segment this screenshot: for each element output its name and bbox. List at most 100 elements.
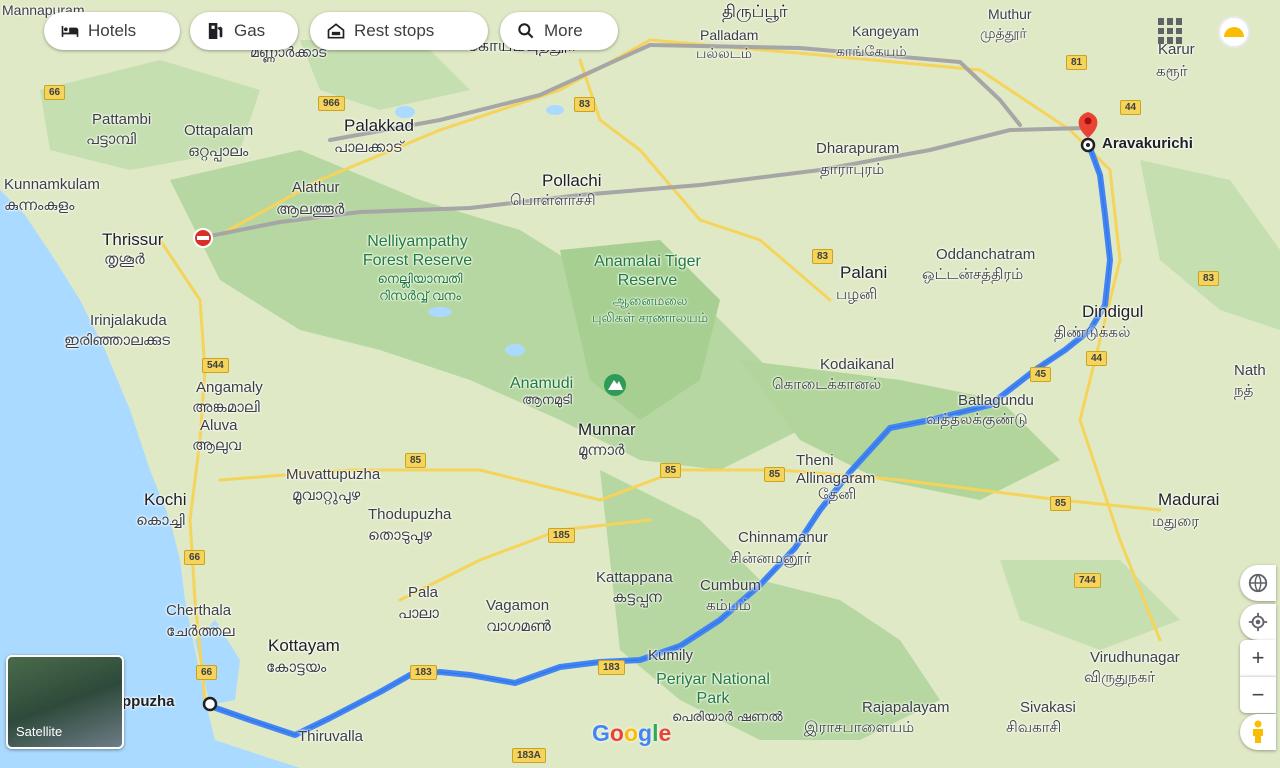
park-label: Periyar National Park [656, 671, 770, 707]
destination-label: Aravakurichi [1102, 135, 1193, 152]
place-label-local: நத் [1234, 382, 1254, 399]
highway-shield: 185 [548, 528, 575, 543]
peak-label: Anamudi [510, 375, 574, 392]
place-label: Palakkad [344, 116, 414, 135]
zoom-in-button[interactable]: + [1240, 640, 1276, 676]
globe-icon [1248, 573, 1268, 593]
place-label: Madurai [1158, 490, 1220, 509]
place-label-local: അങ്കമാലി [192, 399, 260, 416]
place-label-local: പാലാ [398, 605, 439, 622]
place-label: Ottapalam [184, 122, 254, 139]
place-label: Thodupuzha [368, 506, 452, 523]
highway-shield: 66 [184, 550, 206, 565]
place-label: Kochi [144, 490, 187, 509]
place-label-local: திண்டுக்கல் [1054, 324, 1131, 341]
highway-shield: 44 [1086, 351, 1108, 366]
gas-button[interactable]: Gas [190, 12, 298, 50]
place-label-local: ഇരിഞ്ഞാലക്കുട [64, 332, 170, 349]
place-label-local: പാലക്കാട് [334, 139, 403, 156]
park-label: Nelliyampathy Forest Reserve [362, 233, 473, 269]
place-label: Cherthala [166, 602, 232, 619]
place-label: Chinnamanur [738, 529, 829, 546]
highway-shield: 966 [318, 96, 345, 111]
more-button[interactable]: More [500, 12, 618, 50]
park-label-local: പെരിയാർ ഷണൽ [672, 709, 783, 724]
place-label: Cumbum [700, 577, 761, 594]
satellite-label: Satellite [16, 724, 63, 739]
place-label-local: முத்தூர் [980, 25, 1027, 41]
rest-stop-icon [327, 23, 345, 39]
map-canvas[interactable] [0, 0, 1280, 768]
rest-stops-button[interactable]: Rest stops [310, 12, 488, 50]
place-label-local: വാഗമൺ [486, 618, 551, 635]
place-label: Kumily [648, 647, 694, 664]
place-label: Theni Allinagaram [796, 452, 876, 487]
place-label-local: பழனி [836, 286, 878, 303]
place-label-local: കൊച്ചി [136, 512, 185, 529]
origin-label: ppuzha [122, 693, 175, 710]
place-label: Aluva [200, 417, 238, 434]
satellite-toggle[interactable]: Satellite [6, 655, 124, 749]
highway-shield: 544 [202, 358, 229, 373]
place-label: Pollachi [542, 171, 602, 190]
place-label-local: പട്ടാമ്പി [86, 131, 136, 148]
park-label-local: ஆனைமலை புலிகள் சரணாலயம் [591, 293, 709, 325]
place-label: Karur [1158, 41, 1195, 58]
highway-shield: 85 [660, 463, 682, 478]
account-avatar[interactable] [1218, 16, 1250, 48]
place-label-local: வத்தலக்குண்டு [926, 411, 1028, 428]
zoom-out-button[interactable]: − [1240, 676, 1276, 713]
highway-shield: 183A [512, 748, 546, 763]
place-label: Muvattupuzha [286, 466, 381, 483]
place-label: Rajapalayam [862, 699, 950, 716]
place-label-local: കട്ടപ്പന [612, 589, 662, 606]
place-label-local: இராசபாளையம் [804, 719, 915, 736]
park-label: Anamalai Tiger Reserve [594, 253, 701, 289]
origin-marker [202, 696, 218, 712]
place-label-local: ചേർത്തല [166, 623, 235, 640]
more-label: More [544, 21, 583, 40]
place-label: Batlagundu [958, 392, 1034, 409]
place-label-local: കോട്ടയം [266, 659, 327, 676]
place-label: Thrissur [102, 230, 164, 249]
place-label-local: கரூர் [1156, 63, 1188, 80]
highway-shield: 83 [812, 249, 834, 264]
place-label-local: ആലത്തൂർ [276, 201, 345, 218]
place-label: Kunnamkulam [4, 176, 100, 193]
highway-shield: 85 [1050, 496, 1072, 511]
place-label: Palani [840, 263, 888, 282]
highway-shield: 83 [1198, 271, 1220, 286]
place-label-local: கம்பம் [706, 597, 751, 614]
place-label-local: മൂവാറ്റുപുഴ [292, 487, 361, 504]
place-label-local: சின்னமனூர் [730, 550, 812, 567]
place-label: Dharapuram [816, 140, 900, 157]
place-label-local: தாராபுரம் [820, 161, 885, 178]
highway-shield: 83 [574, 97, 596, 112]
place-label-local: കുന്നംകുളം [4, 197, 75, 214]
peak-label-local: ആനമുടി [522, 392, 572, 407]
bed-icon [61, 26, 79, 37]
place-label: Irinjalakuda [90, 312, 167, 329]
hotels-label: Hotels [88, 21, 137, 40]
highway-shield: 183 [410, 665, 437, 680]
apps-grid-icon[interactable] [1158, 18, 1184, 44]
gas-station-icon [208, 23, 223, 39]
place-label: Munnar [578, 420, 636, 439]
rest-stops-label: Rest stops [354, 21, 435, 40]
layers-globe-button[interactable] [1240, 565, 1276, 601]
hotels-button[interactable]: Hotels [44, 12, 180, 50]
place-label-local: തൃശൂർ [104, 251, 145, 268]
place-label: Nath [1234, 362, 1266, 379]
highway-shield: 44 [1120, 100, 1142, 115]
place-label-local: பல்லடம் [696, 45, 753, 61]
pegman-button[interactable] [1240, 714, 1276, 750]
place-label-local: விருதுநகர் [1084, 669, 1156, 686]
place-label: Sivakasi [1020, 699, 1076, 716]
highway-shield: 183 [598, 660, 625, 675]
place-label-local: காங்கேயம் [836, 43, 907, 59]
my-location-button[interactable] [1240, 604, 1276, 640]
place-label-local: മൂന്നാർ [578, 442, 625, 459]
place-label: Angamaly [196, 379, 263, 396]
place-label: Vagamon [486, 597, 550, 614]
pegman-icon [1253, 720, 1263, 743]
